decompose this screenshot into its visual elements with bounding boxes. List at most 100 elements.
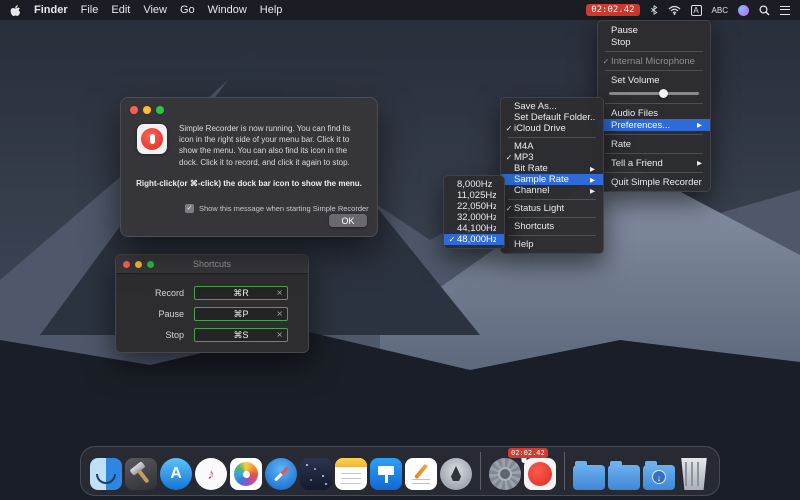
itunes-icon[interactable]: ♪ [195,458,227,490]
minimize-button[interactable] [135,261,142,268]
photos-icon[interactable] [230,458,262,490]
check-icon: ✓ [504,124,514,133]
menu-item-shortcuts[interactable]: Shortcuts [501,221,603,232]
shortcut-field-stop[interactable]: ⌘S✕ [194,328,288,342]
menu-item-channel[interactable]: Channel▶ [501,185,603,196]
menu-item-tell-a-friend[interactable]: Tell a Friend▶ [598,157,710,169]
app-store-icon[interactable]: A [160,458,192,490]
launchpad-icon[interactable] [440,458,472,490]
downloads-folder-icon[interactable]: ↓ [643,465,675,490]
menu-item-32-000hz[interactable]: 32,000Hz [444,212,504,223]
system-preferences-icon[interactable] [489,458,521,490]
clear-shortcut-button[interactable]: ✕ [276,331,283,340]
menu-item-save-as[interactable]: Save As... [501,101,603,112]
clear-shortcut-button[interactable]: ✕ [276,310,283,319]
menu-bar: Finder File Edit View Go Window Help 02:02.42… [0,0,800,20]
menu-item-label: Set Volume [611,75,702,86]
menu-item-48-000hz[interactable]: ✓48,000Hz [444,234,504,245]
input-source-label[interactable]: ABC [712,6,728,15]
menu-separator [605,172,703,173]
bluetooth-icon[interactable] [650,4,658,16]
volume-slider-knob[interactable] [659,89,668,98]
dark-app-icon[interactable] [300,458,332,490]
simple-recorder-icon[interactable]: 02:02.42 [524,458,556,490]
menu-item-label: Shortcuts [514,221,595,232]
hammer-app-icon[interactable] [125,458,157,490]
menu-item-22-050hz[interactable]: 22,050Hz [444,201,504,212]
menu-item-pause[interactable]: Pause [598,24,710,36]
shortcut-label: Record [132,288,194,298]
menu-item-icloud-drive[interactable]: ✓iCloud Drive [501,123,603,134]
menu-item-label: 11,025Hz [457,190,496,201]
zoom-button[interactable] [156,106,164,114]
volume-slider-track[interactable] [609,92,699,95]
menubar-app-name[interactable]: Finder [34,4,68,16]
record-circle-icon [141,128,163,150]
menu-item-mp3[interactable]: ✓MP3 [501,152,603,163]
finder-icon[interactable] [90,458,122,490]
menu-item-bit-rate[interactable]: Bit Rate▶ [501,163,603,174]
spotlight-icon[interactable] [759,5,770,16]
zoom-button[interactable] [147,261,154,268]
safari-icon[interactable] [265,458,297,490]
clear-shortcut-button[interactable]: ✕ [276,289,283,298]
menu-item-8-000hz[interactable]: 8,000Hz [444,179,504,190]
input-source-icon[interactable]: A [691,5,702,16]
menu-item-44-100hz[interactable]: 44,100Hz [444,223,504,234]
menu-item-label: 48,000Hz [457,234,496,245]
menubar-menu-window[interactable]: Window [208,4,247,16]
shortcut-label: Pause [132,309,194,319]
close-button[interactable] [123,261,130,268]
volume-slider-row [598,86,710,100]
minimize-button[interactable] [143,106,151,114]
menubar-menu-view[interactable]: View [143,4,167,16]
check-icon: ✓ [447,235,457,244]
menu-item-quit-simple-recorder[interactable]: Quit Simple Recorder [598,176,710,188]
keynote-icon[interactable] [370,458,402,490]
shortcuts-window: Shortcuts Record⌘R✕Pause⌘P✕Stop⌘S✕ [115,254,309,353]
menu-item-stop[interactable]: Stop [598,36,710,48]
menu-item-help[interactable]: Help [501,239,603,250]
menu-item-preferences[interactable]: Preferences...▶ [598,119,710,131]
shortcut-row: Pause⌘P✕ [132,307,292,321]
menubar-menu-edit[interactable]: Edit [111,4,130,16]
menu-separator [605,153,703,154]
menubar-menu-help[interactable]: Help [260,4,283,16]
window-controls [123,261,154,268]
shortcut-field-record[interactable]: ⌘R✕ [194,286,288,300]
close-button[interactable] [130,106,138,114]
menu-item-m4a[interactable]: M4A [501,141,603,152]
menu-item-rate[interactable]: Rate [598,138,710,150]
check-icon: ✓ [504,153,514,162]
shortcut-label: Stop [132,330,194,340]
window-controls [130,106,164,114]
menu-item-sample-rate[interactable]: Sample Rate▶ [501,174,603,185]
menu-item-set-volume[interactable]: Set Volume [598,74,710,86]
menu-item-label: Status Light [514,203,595,214]
notes-icon[interactable] [335,458,367,490]
notification-center-icon[interactable] [780,6,790,15]
menu-item-audio-files[interactable]: Audio Files [598,107,710,119]
menubar-menu-go[interactable]: Go [180,4,195,16]
ok-button[interactable]: OK [329,214,367,227]
folder-icon[interactable] [573,465,605,490]
microphone-icon [150,134,155,144]
trash-icon[interactable] [678,458,710,490]
show-message-checkbox[interactable]: ✓ [185,204,194,213]
menu-separator [605,70,703,71]
menu-item-label: Internal Microphone [611,56,702,67]
menu-item-11-025hz[interactable]: 11,025Hz [444,190,504,201]
menu-item-set-default-folder[interactable]: Set Default Folder... [501,112,603,123]
folder-icon[interactable] [608,465,640,490]
menu-separator [508,199,596,200]
pages-icon[interactable] [405,458,437,490]
siri-icon[interactable] [738,5,749,16]
recorder-menubar-timer[interactable]: 02:02.42 [586,4,639,16]
menubar-menu-file[interactable]: File [81,4,99,16]
menu-item-label: Rate [611,139,702,150]
recorder-menu: PauseStop✓Internal MicrophoneSet VolumeA… [597,20,711,192]
apple-menu-icon[interactable] [10,4,21,17]
menu-item-status-light[interactable]: ✓Status Light [501,203,603,214]
shortcut-field-pause[interactable]: ⌘P✕ [194,307,288,321]
wifi-icon[interactable] [668,5,681,15]
